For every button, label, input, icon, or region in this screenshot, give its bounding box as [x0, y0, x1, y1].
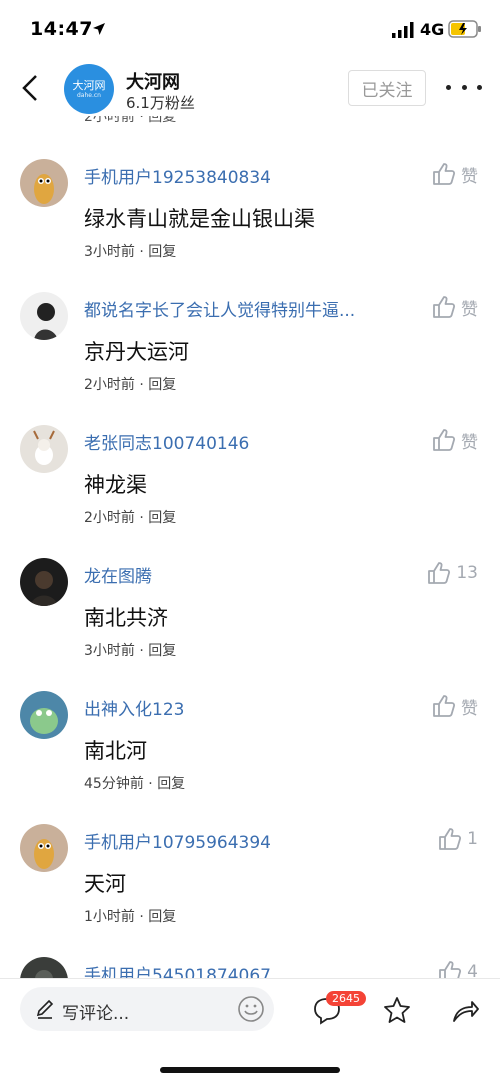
pen-icon [36, 999, 54, 1019]
comment-time: 3小时前 [84, 643, 135, 659]
like-count: 4 [467, 962, 478, 978]
comment-item: 手机用户19253840834 绿水青山就是金山银山渠 3小时前 · 回复 赞 [0, 159, 500, 292]
back-button[interactable] [12, 68, 48, 108]
comment-text: 南北河 [84, 739, 147, 763]
comment-item: 都说名字长了会让人觉得特别牛逼... 京丹大运河 2小时前 · 回复 赞 [0, 292, 500, 425]
reply-link[interactable]: 回复 [148, 510, 176, 526]
comment-count-badge: 2645 [326, 991, 366, 1006]
comment-username[interactable]: 手机用户54501874067 [84, 961, 390, 978]
like-count: 13 [456, 563, 478, 583]
like-button[interactable]: 赞 [431, 292, 478, 322]
like-button[interactable]: 赞 [431, 425, 478, 455]
comment-username[interactable]: 老张同志100740146 [84, 429, 390, 454]
comment-input-placeholder: 写评论... [62, 1004, 130, 1024]
star-icon[interactable] [382, 995, 412, 1025]
comment-time: 45分钟前 [84, 776, 144, 792]
account-header: 大河网 dahe.cn 大河网 6.1万粉丝 已关注 [0, 58, 500, 120]
comment-meta: 3小时前 · 回复 [84, 244, 177, 260]
emoji-icon[interactable] [236, 994, 266, 1024]
comment-time: 3小时前 [84, 244, 135, 260]
avatar[interactable] [20, 558, 68, 606]
like-button[interactable]: 赞 [431, 691, 478, 721]
reply-link[interactable]: 回复 [148, 377, 176, 393]
bottom-toolbar: 写评论... 2645 [0, 978, 500, 1083]
avatar[interactable] [20, 824, 68, 872]
comment-username[interactable]: 手机用户19253840834 [84, 163, 390, 188]
reply-link[interactable]: 回复 [148, 909, 176, 925]
logo-subtext: dahe.cn [77, 91, 101, 99]
location-arrow-icon [93, 23, 105, 35]
comment-text: 神龙渠 [84, 473, 147, 497]
comment-item: 手机用户54501874067 4 [0, 957, 500, 978]
thumbs-up-icon [439, 828, 462, 850]
battery-icon [448, 20, 481, 38]
comment-item: 龙在图腾 南北共济 3小时前 · 回复 13 [0, 558, 500, 691]
like-count: 赞 [461, 698, 478, 719]
comment-meta: 1小时前 · 回复 [84, 909, 177, 925]
partial-comment-meta: 2小时前 · 回复 [84, 116, 177, 125]
thumbs-up-icon [439, 961, 462, 978]
status-bar: 14:47 4G [0, 0, 500, 58]
comment-item: 老张同志100740146 神龙渠 2小时前 · 回复 赞 [0, 425, 500, 558]
more-dot-icon [477, 84, 482, 90]
signal-icon [392, 22, 414, 38]
account-name[interactable]: 大河网 [126, 68, 180, 94]
like-button[interactable]: 赞 [431, 159, 478, 189]
thumbs-up-icon [433, 163, 456, 185]
share-icon[interactable] [450, 995, 480, 1025]
avatar[interactable] [20, 159, 68, 207]
comment-meta: 2小时前 · 回复 [84, 377, 177, 393]
like-count: 赞 [461, 299, 478, 320]
thumbs-up-icon [433, 429, 456, 451]
like-button[interactable]: 13 [426, 558, 478, 588]
comment-text: 绿水青山就是金山银山渠 [84, 207, 315, 231]
like-count: 1 [467, 829, 478, 849]
avatar[interactable] [20, 292, 68, 340]
reply-link[interactable]: 回复 [157, 776, 185, 792]
reply-link[interactable]: 回复 [148, 643, 176, 659]
comment-text: 南北共济 [84, 606, 168, 630]
status-time: 14:47 [30, 18, 93, 40]
comment-username[interactable]: 手机用户10795964394 [84, 828, 390, 853]
network-type: 4G [420, 20, 445, 39]
comment-text: 京丹大运河 [84, 340, 189, 364]
reply-link[interactable]: 回复 [148, 244, 176, 260]
comment-meta: 2小时前 · 回复 [84, 510, 177, 526]
avatar[interactable] [20, 691, 68, 739]
comment-time: 2小时前 [84, 377, 135, 393]
like-count: 赞 [461, 432, 478, 453]
thumbs-up-icon [428, 562, 451, 584]
fans-count: 6.1万粉丝 [126, 94, 195, 112]
follow-button[interactable]: 已关注 [348, 70, 426, 106]
comment-time: 1小时前 [84, 909, 135, 925]
comment-input[interactable]: 写评论... [20, 987, 274, 1031]
comment-username[interactable]: 出神入化123 [84, 695, 390, 720]
more-dot-icon [446, 84, 451, 90]
comment-username[interactable]: 都说名字长了会让人觉得特别牛逼... [84, 296, 390, 321]
comment-feed[interactable]: 2小时前 · 回复 手机用户19253840834 绿水青山就是金山银山渠 3小… [0, 116, 500, 978]
comment-item: 手机用户10795964394 天河 1小时前 · 回复 1 [0, 824, 500, 957]
comment-username[interactable]: 龙在图腾 [84, 562, 390, 587]
comment-text: 天河 [84, 872, 126, 896]
logo-text: 大河网 [72, 78, 106, 92]
more-dot-icon [461, 84, 467, 90]
thumbs-up-icon [433, 695, 456, 717]
thumbs-up-icon [433, 296, 456, 318]
home-indicator [160, 1067, 340, 1073]
account-avatar[interactable]: 大河网 dahe.cn [64, 64, 114, 114]
like-count: 赞 [461, 166, 478, 187]
more-button[interactable] [446, 72, 482, 102]
comment-meta: 3小时前 · 回复 [84, 643, 177, 659]
chevron-left-icon [22, 75, 37, 101]
avatar[interactable] [20, 957, 68, 978]
comment-time: 2小时前 [84, 510, 135, 526]
comment-item: 出神入化123 南北河 45分钟前 · 回复 赞 [0, 691, 500, 824]
avatar[interactable] [20, 425, 68, 473]
like-button[interactable]: 1 [437, 824, 478, 854]
like-button[interactable]: 4 [437, 957, 478, 978]
comment-meta: 45分钟前 · 回复 [84, 776, 186, 792]
